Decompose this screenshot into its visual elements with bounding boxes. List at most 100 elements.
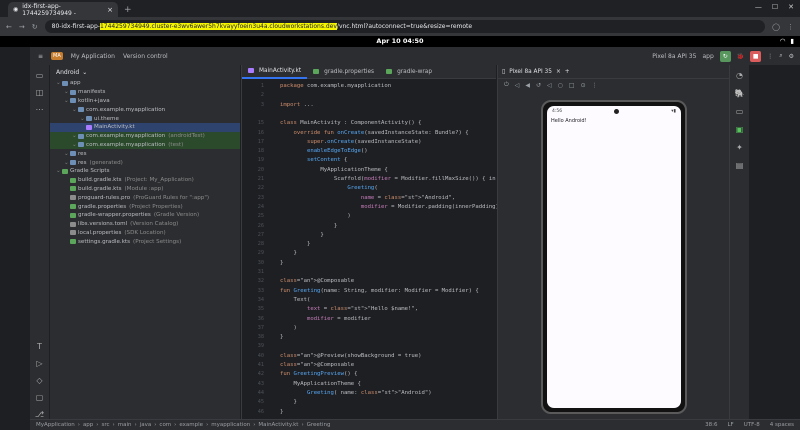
code-line[interactable]: Scaffold(modifier = Modifier.fillMaxSize… xyxy=(280,176,496,182)
search-icon[interactable]: ⌕ xyxy=(779,52,782,60)
debug-icon[interactable]: 🐞 xyxy=(737,53,744,60)
home-icon[interactable]: ○ xyxy=(558,82,563,89)
breadcrumb-item[interactable]: MyApplication xyxy=(36,422,75,428)
code-line[interactable]: name = class="st">"Android", xyxy=(280,195,455,201)
code-line[interactable]: class MainActivity : ComponentActivity()… xyxy=(280,120,421,126)
tree-item[interactable]: gradle-wrapper.properties (Gradle Version… xyxy=(50,211,240,220)
editor-tab[interactable]: MainActivity.kt xyxy=(242,65,308,79)
tree-item[interactable]: ⌄ com.example.myapplication (test) xyxy=(50,140,240,150)
code-line[interactable]: ) xyxy=(280,325,296,331)
breadcrumb-item[interactable]: myapplication xyxy=(211,422,250,428)
breadcrumb-item[interactable]: src xyxy=(102,422,110,428)
tree-item[interactable]: local.properties (SDK Location) xyxy=(50,229,240,238)
code-line[interactable]: MyApplicationTheme { xyxy=(280,167,387,173)
notifications-icon[interactable]: ◔ xyxy=(736,71,743,80)
code-line[interactable]: Text( xyxy=(280,297,310,303)
code-editor[interactable]: MainActivity.kt gradle.properties gradle-w… xyxy=(241,65,499,419)
git-icon[interactable]: ⎇ xyxy=(35,410,44,419)
run-tool-icon[interactable]: ▷ xyxy=(36,359,42,368)
tree-item[interactable]: proguard-rules.pro (ProGuard Rules for ":… xyxy=(50,193,240,202)
volume-up-icon[interactable]: ◁ xyxy=(515,82,520,89)
tree-item[interactable]: build.gradle.kts (Project: My_Application… xyxy=(50,176,240,185)
back-icon[interactable]: ← xyxy=(6,23,12,31)
url-field[interactable]: 80-idx-first-app- 1744259734949.cluster-e… xyxy=(44,20,766,33)
browser-tab[interactable]: ◉ idx-first-app-1744259734949 - × xyxy=(8,2,118,17)
forward-icon[interactable]: → xyxy=(19,23,25,31)
code-line[interactable]: } xyxy=(280,241,310,247)
reload-icon[interactable]: ↻ xyxy=(32,23,38,31)
minimize-icon[interactable]: — xyxy=(755,3,762,11)
breadcrumb-item[interactable]: example xyxy=(179,422,203,428)
code-line[interactable]: } xyxy=(280,260,283,266)
code-line[interactable]: text = class="st">"Hello $name!", xyxy=(280,306,418,312)
gradle-icon[interactable]: 🐘 xyxy=(735,89,745,98)
stop-icon[interactable]: ■ xyxy=(750,50,762,62)
code-line[interactable]: } xyxy=(280,334,283,340)
code-line[interactable]: super.onCreate(savedInstanceState) xyxy=(280,139,422,145)
rotate-icon[interactable]: ↺ xyxy=(536,82,541,89)
tree-item[interactable]: ⌄ com.example.myapplication (androidTest) xyxy=(50,131,240,141)
running-devices-icon[interactable]: ▣ xyxy=(736,125,744,134)
tree-item[interactable]: ⌄ manifests xyxy=(50,88,240,97)
tree-item[interactable]: ⌄ kotlin+java xyxy=(50,97,240,106)
code-line[interactable]: class="an">@Composable xyxy=(280,278,354,284)
file-encoding[interactable]: UTF-8 xyxy=(744,422,760,428)
overview-icon[interactable]: □ xyxy=(569,82,575,89)
power-icon[interactable]: ⏻ xyxy=(504,81,509,89)
problems-icon[interactable]: ◇ xyxy=(36,376,42,385)
more-tools-icon[interactable]: ⋯ xyxy=(36,105,44,114)
back-nav-icon[interactable]: ◁ xyxy=(547,82,552,89)
code-line[interactable]: fun GreetingPreview() { xyxy=(280,371,358,377)
profile-icon[interactable]: ◯ xyxy=(772,23,780,31)
tree-item[interactable]: build.gradle.kts (Module :app) xyxy=(50,185,240,194)
line-separator[interactable]: LF xyxy=(727,422,733,428)
code-line[interactable]: } xyxy=(280,409,283,415)
code-line[interactable]: class="an">@Preview(showBackground = tru… xyxy=(280,353,421,359)
code-line[interactable]: } xyxy=(280,232,323,238)
maximize-icon[interactable]: ☐ xyxy=(772,3,778,11)
screenshot-icon[interactable]: ⊙ xyxy=(581,82,586,89)
breadcrumb-item[interactable]: app xyxy=(83,422,93,428)
cursor-position[interactable]: 38:6 xyxy=(705,422,717,428)
indent-setting[interactable]: 4 spaces xyxy=(770,422,794,428)
code-line[interactable]: } xyxy=(280,223,337,229)
code-line[interactable]: package com.example.myapplication xyxy=(280,83,391,89)
settings-icon[interactable]: ⚙ xyxy=(789,53,794,60)
code-line[interactable]: override fun onCreate(savedInstanceState… xyxy=(280,130,468,136)
project-name[interactable]: My Application xyxy=(71,53,115,60)
gemini-icon[interactable]: ✦ xyxy=(736,143,743,152)
close-window-icon[interactable]: ✕ xyxy=(788,3,794,11)
tree-item[interactable]: ⌄ app xyxy=(50,79,240,88)
tree-item[interactable]: MainActivity.kt xyxy=(50,122,240,132)
breadcrumb-item[interactable]: Greeting xyxy=(307,422,331,428)
code-line[interactable]: setContent { xyxy=(280,157,347,163)
device-explorer-icon[interactable]: ▤ xyxy=(736,161,744,170)
device-selector[interactable]: Pixel 8a API 35 xyxy=(652,53,696,60)
code-line[interactable]: fun Greeting(name: String, modifier: Mod… xyxy=(280,288,479,294)
code-line[interactable]: } xyxy=(280,399,296,405)
phone-screen[interactable]: 4:56 ▾▮ Hello Android! xyxy=(547,106,681,408)
code-line[interactable]: modifier = Modifier.padding(innerPadding… xyxy=(280,204,499,210)
build-icon[interactable]: T xyxy=(37,342,42,351)
code-line[interactable]: modifier = modifier xyxy=(280,316,371,322)
tree-item[interactable]: ⌄ res xyxy=(50,149,240,158)
code-line[interactable]: enableEdgeToEdge() xyxy=(280,148,368,154)
project-view-selector[interactable]: Android ⌄ xyxy=(50,65,240,79)
tree-item[interactable]: ⌄ Gradle Scripts xyxy=(50,167,240,176)
tree-item[interactable]: ⌄ res (generated) xyxy=(50,158,240,167)
project-tool-icon[interactable]: ▭ xyxy=(36,71,44,80)
run-config-selector[interactable]: app xyxy=(702,53,713,60)
run-icon[interactable]: ↻ xyxy=(719,50,731,62)
editor-tab[interactable]: gradle.properties xyxy=(307,65,380,79)
code-line[interactable]: MyApplicationTheme { xyxy=(280,381,360,387)
add-device-icon[interactable]: + xyxy=(565,69,570,75)
code-line[interactable]: } xyxy=(280,250,296,256)
breadcrumb-item[interactable]: main xyxy=(118,422,132,428)
version-control-menu[interactable]: Version control xyxy=(123,53,168,60)
main-menu-icon[interactable]: ≡ xyxy=(38,53,43,60)
breadcrumb-item[interactable]: com xyxy=(159,422,171,428)
device-more-icon[interactable]: ⋮ xyxy=(592,82,598,89)
terminal-icon[interactable]: ▢ xyxy=(36,393,44,402)
volume-down-icon[interactable]: ◀ xyxy=(525,82,530,89)
editor-tab[interactable]: gradle-wrap xyxy=(380,65,438,79)
